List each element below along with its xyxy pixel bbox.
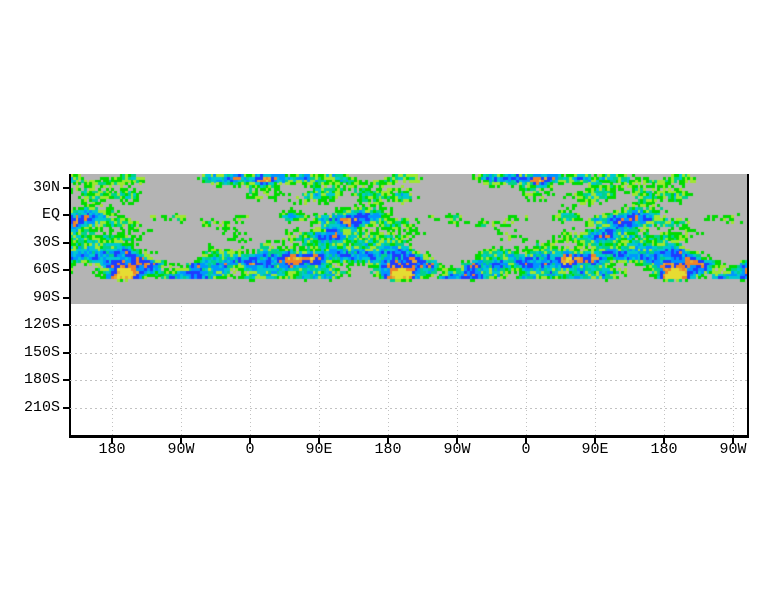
gridline-horizontal [70,380,748,381]
heatmap-field [70,174,748,304]
y-tick-label: 90S [32,288,60,306]
x-tick-label: 90W [167,441,195,458]
x-tick-label: 90W [719,441,747,458]
gridline-vertical [250,306,251,435]
y-axis-tick [63,269,69,272]
gridline-vertical [112,306,113,435]
y-axis-tick [63,241,69,244]
gridline-horizontal [70,325,748,326]
x-tick-label: 0 [245,441,255,458]
gridline-vertical [733,306,734,435]
plot-frame-right [747,174,749,438]
plot-frame-bottom [69,435,749,438]
x-tick-label: 0 [521,441,531,458]
gridline-vertical [526,306,527,435]
y-axis-tick [63,406,69,409]
x-tick-label: 90E [305,441,333,458]
y-tick-label: 150S [23,343,60,361]
grads-plot-page: 30N EQ 30S 60S 90S 120S 150S 180S 210S 180 90W 0 90E… [0,0,784,612]
y-axis-tick [63,187,69,189]
plot-frame-left [69,174,71,438]
y-axis-tick [63,214,69,217]
gridline-horizontal [70,408,748,409]
y-tick-label: 210S [23,398,60,416]
y-tick-label: EQ [41,206,60,224]
y-axis-tick [63,296,69,299]
x-tick-label: 180 [650,441,678,458]
x-tick-label: 90E [581,441,609,458]
gridline-vertical [388,306,389,435]
y-axis-tick [63,324,69,327]
y-axis-tick [63,379,69,382]
gridline-vertical [181,306,182,435]
y-tick-label: 120S [23,316,60,334]
y-tick-label: 30S [32,233,60,251]
y-tick-label: 30N [32,179,60,196]
y-tick-label: 180S [23,371,60,389]
y-tick-label: 60S [32,261,60,279]
x-tick-label: 180 [374,441,402,458]
gridline-vertical [457,306,458,435]
gridline-vertical [319,306,320,435]
gridline-vertical [595,306,596,435]
gridline-horizontal [70,353,748,354]
gridline-vertical [664,306,665,435]
y-axis-tick [63,351,69,354]
x-tick-label: 180 [98,441,126,458]
x-tick-label: 90W [443,441,471,458]
